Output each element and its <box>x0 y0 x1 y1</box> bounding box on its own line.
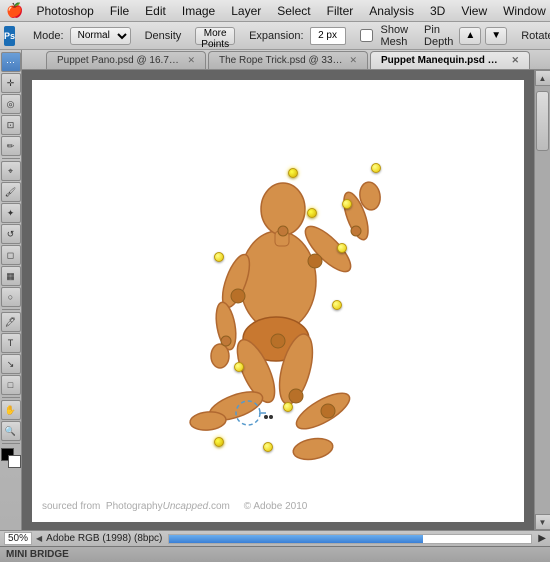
tab-1[interactable]: The Rope Trick.psd @ 33.3% (R... ✕ <box>208 51 368 69</box>
tool-pen[interactable]: 🖊 <box>1 312 21 332</box>
tab-2[interactable]: Puppet Manequin.psd @ 50% * ✕ <box>370 51 530 69</box>
canvas-document: sourced from PhotographyUncapped.com © A… <box>32 80 524 522</box>
tool-eyedropper[interactable]: ✏ <box>1 136 21 156</box>
tool-hand[interactable]: ✋ <box>1 400 21 420</box>
density-label: Density <box>143 30 184 42</box>
pin-8[interactable] <box>283 402 293 412</box>
pin-4[interactable] <box>342 199 352 209</box>
tab-bar: Puppet Pano.psd @ 16.7% (Mum... ✕ The Ro… <box>22 50 550 70</box>
tab-2-close[interactable]: ✕ <box>511 55 519 66</box>
ps-logo: Ps <box>4 26 15 46</box>
tab-1-close[interactable]: ✕ <box>349 55 357 66</box>
status-info: Adobe RGB (1998) (8bpc) <box>46 533 162 544</box>
mini-bridge-bar[interactable]: MINI BRIDGE <box>0 546 550 562</box>
vertical-scrollbar: ▲ ▼ <box>534 70 550 530</box>
apple-menu-icon[interactable]: 🍎 <box>6 2 23 19</box>
mannequin-area: sourced from PhotographyUncapped.com © A… <box>32 80 524 522</box>
tool-lasso[interactable]: ◎ <box>1 94 21 114</box>
tool-heal[interactable]: ⌖ <box>1 161 21 181</box>
tab-0-label: Puppet Pano.psd @ 16.7% (Mum... <box>57 55 182 66</box>
scroll-track[interactable] <box>535 86 550 514</box>
menu-3d[interactable]: 3D <box>423 2 452 20</box>
status-right-arrow[interactable]: ▶ <box>538 533 546 544</box>
tool-separator-1 <box>2 158 20 159</box>
toolbox: ⋯ ✛ ◎ ⊡ ✏ ⌖ 🖌 ✦ ↺ ◻ ▦ ○ 🖊 T ↘ □ ✋ 🔍 <box>0 50 22 530</box>
mode-select[interactable]: Normal <box>70 27 131 45</box>
pin-1[interactable] <box>307 208 317 218</box>
workspace: sourced from PhotographyUncapped.com © A… <box>22 70 550 530</box>
tool-move[interactable]: ✛ <box>1 73 21 93</box>
show-mesh-label: Show Mesh <box>379 24 411 48</box>
scroll-thumb[interactable] <box>536 91 549 151</box>
tool-path[interactable]: ↘ <box>1 354 21 374</box>
menu-window[interactable]: Window <box>496 2 550 20</box>
menu-layer[interactable]: Layer <box>224 2 268 20</box>
tool-separator-3 <box>2 397 20 398</box>
rotate-label: Rotate <box>519 30 550 42</box>
menu-analysis[interactable]: Analysis <box>362 2 421 20</box>
scroll-up-arrow[interactable]: ▲ <box>535 70 550 86</box>
pin-10[interactable] <box>263 442 273 452</box>
background-color[interactable] <box>8 455 21 468</box>
scroll-down-arrow[interactable]: ▼ <box>535 514 550 530</box>
zoom-level[interactable]: 50% <box>4 532 32 545</box>
tool-zoom[interactable]: 🔍 <box>1 421 21 441</box>
pin-depth-label: Pin Depth <box>422 24 455 48</box>
menu-bar: 🍎 Photoshop File Edit Image Layer Select… <box>0 0 550 22</box>
tool-crop[interactable]: ⊡ <box>1 115 21 135</box>
tool-warp[interactable]: ⋯ <box>1 52 21 72</box>
menu-file[interactable]: File <box>103 2 136 20</box>
tool-eraser[interactable]: ◻ <box>1 245 21 265</box>
show-mesh-checkbox[interactable] <box>360 29 373 42</box>
options-bar: Ps Mode: Normal Density More Points Expa… <box>0 22 550 50</box>
expansion-label: Expansion: <box>247 30 305 42</box>
tool-stamp[interactable]: ✦ <box>1 203 21 223</box>
pin-overlay <box>32 80 524 522</box>
pin-9[interactable] <box>214 437 224 447</box>
status-bar: 50% ◀ Adobe RGB (1998) (8bpc) ▶ <box>0 530 550 546</box>
tool-text[interactable]: T <box>1 333 21 353</box>
tool-brush[interactable]: 🖌 <box>1 182 21 202</box>
tool-separator-4 <box>2 443 20 444</box>
tool-shape[interactable]: □ <box>1 375 21 395</box>
tab-2-label: Puppet Manequin.psd @ 50% * <box>381 55 506 66</box>
tool-dodge[interactable]: ○ <box>1 287 21 307</box>
status-menu-arrow[interactable]: ◀ <box>36 534 42 543</box>
tool-history[interactable]: ↺ <box>1 224 21 244</box>
foreground-background-colors[interactable] <box>1 448 21 468</box>
status-progress-fill <box>169 535 422 543</box>
pin-6[interactable] <box>332 300 342 310</box>
expansion-input[interactable] <box>310 27 346 45</box>
pin-depth-down-button[interactable]: ▼ <box>485 27 507 45</box>
pin-7[interactable] <box>234 362 244 372</box>
tab-0[interactable]: Puppet Pano.psd @ 16.7% (Mum... ✕ <box>46 51 206 69</box>
tool-separator-2 <box>2 309 20 310</box>
pin-3[interactable] <box>214 252 224 262</box>
menu-edit[interactable]: Edit <box>138 2 173 20</box>
mode-label: Mode: <box>31 30 66 42</box>
menu-image[interactable]: Image <box>175 2 222 20</box>
canvas-area[interactable]: sourced from PhotographyUncapped.com © A… <box>22 70 550 530</box>
pin-5[interactable] <box>371 163 381 173</box>
status-progress-bar <box>168 534 532 544</box>
tab-0-close[interactable]: ✕ <box>187 55 195 66</box>
tool-gradient[interactable]: ▦ <box>1 266 21 286</box>
menu-select[interactable]: Select <box>270 2 317 20</box>
main-layout: ⋯ ✛ ◎ ⊡ ✏ ⌖ 🖌 ✦ ↺ ◻ ▦ ○ 🖊 T ↘ □ ✋ 🔍 Pupp… <box>0 50 550 530</box>
pin-0[interactable] <box>288 168 298 178</box>
more-points-button[interactable]: More Points <box>195 27 235 45</box>
pin-depth-up-button[interactable]: ▲ <box>459 27 481 45</box>
mini-bridge-label: MINI BRIDGE <box>6 549 69 560</box>
menu-view[interactable]: View <box>454 2 494 20</box>
pin-2[interactable] <box>337 243 347 253</box>
tab-1-label: The Rope Trick.psd @ 33.3% (R... <box>219 55 344 66</box>
menu-filter[interactable]: Filter <box>320 2 361 20</box>
watermark: sourced from PhotographyUncapped.com © A… <box>42 501 307 512</box>
menu-photoshop[interactable]: Photoshop <box>29 2 100 20</box>
